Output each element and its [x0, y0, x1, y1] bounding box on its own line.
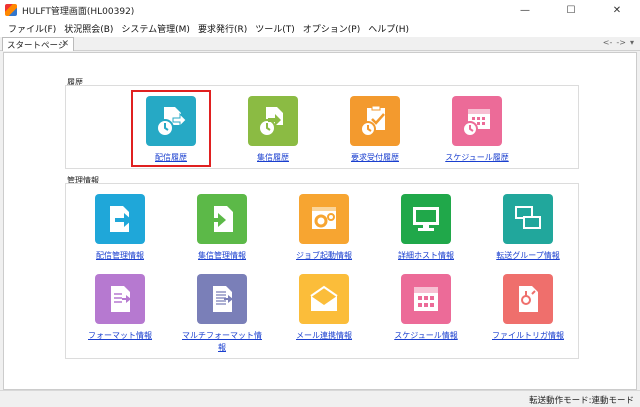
tab-label: スタートページ [7, 40, 67, 51]
app-icon [5, 4, 17, 16]
tab-strip: スタートページ ✕ <- -> ▾ [0, 37, 640, 51]
menu-tools[interactable]: ツール(T) [251, 22, 299, 35]
send-history-icon [146, 96, 196, 146]
transfer-mode-status: 転送動作モード:連動モード [529, 396, 634, 406]
status-bar: 転送動作モード:連動モード [0, 390, 640, 407]
tab-menu-button[interactable]: ▾ [630, 38, 634, 47]
tile-file-trigger[interactable]: ファイルトリガ情報 [488, 274, 568, 364]
tile-label: 集信履歴 [257, 153, 289, 162]
send-management-icon [95, 194, 145, 244]
tile-label: 要求受付履歴 [351, 153, 399, 162]
transfer-group-icon [503, 194, 553, 244]
menu-options[interactable]: オプション(P) [299, 22, 364, 35]
tile-label: 配信管理情報 [96, 251, 144, 260]
tile-multi-format[interactable]: マルチフォーマット情報 [182, 274, 262, 364]
start-page-content: 履歴 管理情報 配信履歴 集信履歴 要求受付履歴 スケジュール履歴 配信管理情報 [3, 52, 637, 390]
title-bar: HULFT管理画面(HL00392) — ☐ ✕ [0, 0, 640, 20]
tile-format[interactable]: フォーマット情報 [80, 274, 160, 364]
tile-label: ジョブ起動情報 [296, 251, 352, 260]
tile-label: 配信履歴 [155, 153, 187, 162]
tile-label: フォーマット情報 [88, 331, 152, 340]
format-icon [95, 274, 145, 324]
file-trigger-icon [503, 274, 553, 324]
tile-label: 集信管理情報 [198, 251, 246, 260]
tile-job-start[interactable]: ジョブ起動情報 [284, 194, 364, 284]
maximize-button[interactable]: ☐ [548, 0, 594, 20]
menu-request[interactable]: 要求発行(R) [194, 22, 251, 35]
tab-forward-button[interactable]: -> [616, 38, 626, 47]
tile-label: マルチフォーマット情報 [182, 331, 262, 352]
request-history-icon [350, 96, 400, 146]
tile-send-history[interactable]: 配信履歴 [131, 96, 211, 186]
schedule-icon [401, 274, 451, 324]
menu-status[interactable]: 状況照会(B) [60, 22, 117, 35]
tab-close-icon[interactable]: ✕ [61, 39, 69, 49]
menu-bar: ファイル(F) 状況照会(B) システム管理(M) 要求発行(R) ツール(T)… [0, 20, 640, 37]
tile-transfer-group[interactable]: 転送グループ情報 [488, 194, 568, 284]
menu-file[interactable]: ファイル(F) [4, 22, 60, 35]
tile-label: メール連携情報 [296, 331, 352, 340]
window-controls: — ☐ ✕ [502, 0, 640, 20]
receive-management-icon [197, 194, 247, 244]
schedule-history-icon [452, 96, 502, 146]
window-title: HULFT管理画面(HL00392) [22, 6, 135, 17]
tab-back-button[interactable]: <- [603, 38, 613, 47]
tab-navigation: <- -> ▾ [603, 38, 634, 47]
tile-label: 詳細ホスト情報 [398, 251, 454, 260]
tile-label: 転送グループ情報 [496, 251, 560, 260]
job-start-icon [299, 194, 349, 244]
menu-system[interactable]: システム管理(M) [117, 22, 194, 35]
tile-label: スケジュール履歴 [445, 153, 509, 162]
tile-host-detail[interactable]: 詳細ホスト情報 [386, 194, 466, 284]
multi-format-icon [197, 274, 247, 324]
menu-help[interactable]: ヘルプ(H) [364, 22, 413, 35]
tile-label: ファイルトリガ情報 [492, 331, 564, 340]
minimize-button[interactable]: — [502, 0, 548, 20]
tab-start-page[interactable]: スタートページ ✕ [2, 37, 74, 51]
close-button[interactable]: ✕ [594, 0, 640, 20]
tile-receive-history[interactable]: 集信履歴 [233, 96, 313, 186]
tile-schedule[interactable]: スケジュール情報 [386, 274, 466, 364]
tile-request-history[interactable]: 要求受付履歴 [335, 96, 415, 186]
receive-history-icon [248, 96, 298, 146]
mail-link-icon [299, 274, 349, 324]
tile-mail-link[interactable]: メール連携情報 [284, 274, 364, 364]
tile-receive-management[interactable]: 集信管理情報 [182, 194, 262, 284]
host-detail-icon [401, 194, 451, 244]
tile-label: スケジュール情報 [394, 331, 458, 340]
tile-send-management[interactable]: 配信管理情報 [80, 194, 160, 284]
tile-schedule-history[interactable]: スケジュール履歴 [437, 96, 517, 186]
